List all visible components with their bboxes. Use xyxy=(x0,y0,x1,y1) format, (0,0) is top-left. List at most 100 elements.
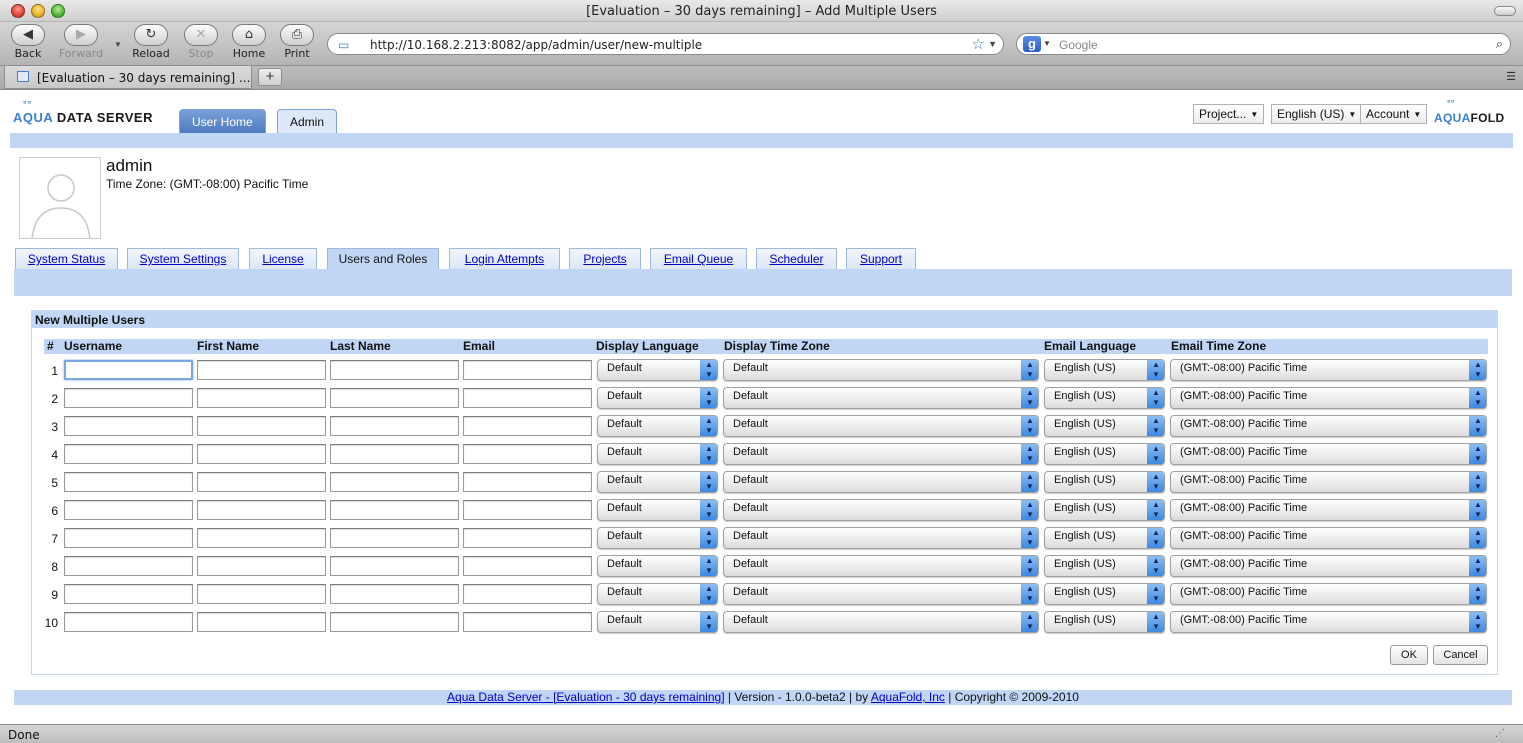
username-field[interactable] xyxy=(64,388,193,408)
aquafold-logo[interactable]: °° AQUAFOLD xyxy=(1434,98,1504,125)
email-field[interactable] xyxy=(463,360,592,380)
forward-button[interactable]: ▶ Forward xyxy=(57,24,105,60)
email-field[interactable] xyxy=(463,472,592,492)
tab-login-attempts[interactable]: Login Attempts xyxy=(449,248,560,269)
tab-email-queue[interactable]: Email Queue xyxy=(650,248,747,269)
last-name-field[interactable] xyxy=(330,500,459,520)
last-name-field[interactable] xyxy=(330,444,459,464)
email-language-select[interactable]: English (US) ▲ ▼ xyxy=(1044,359,1165,381)
last-name-field[interactable] xyxy=(330,584,459,604)
email-language-select[interactable]: English (US) ▲ ▼ xyxy=(1044,527,1165,549)
star-icon[interactable]: ☆ xyxy=(972,35,985,53)
display-language-select[interactable]: Default ▲ ▼ xyxy=(597,415,718,437)
email-field[interactable] xyxy=(463,528,592,548)
home-button[interactable]: ⌂ Home xyxy=(225,24,273,60)
display-language-select[interactable]: Default ▲ ▼ xyxy=(597,555,718,577)
email-language-select[interactable]: English (US) ▲ ▼ xyxy=(1044,387,1165,409)
email-field[interactable] xyxy=(463,416,592,436)
search-engine-dropdown-icon[interactable]: ▼ xyxy=(1043,39,1051,48)
email-time-zone-select[interactable]: (GMT:-08:00) Pacific Time ▲ ▼ xyxy=(1170,359,1487,381)
email-time-zone-select[interactable]: (GMT:-08:00) Pacific Time ▲ ▼ xyxy=(1170,471,1487,493)
display-time-zone-select[interactable]: Default ▲ ▼ xyxy=(723,583,1039,605)
tab-list-icon[interactable]: ☰ xyxy=(1506,70,1516,83)
first-name-field[interactable] xyxy=(197,556,326,576)
username-field[interactable] xyxy=(64,528,193,548)
product-link[interactable]: Aqua Data Server - [Evaluation - 30 days… xyxy=(447,690,724,704)
first-name-field[interactable] xyxy=(197,416,326,436)
display-language-select[interactable]: Default ▲ ▼ xyxy=(597,583,718,605)
email-time-zone-select[interactable]: (GMT:-08:00) Pacific Time ▲ ▼ xyxy=(1170,555,1487,577)
email-field[interactable] xyxy=(463,556,592,576)
username-field[interactable] xyxy=(64,556,193,576)
email-field[interactable] xyxy=(463,584,592,604)
username-field[interactable] xyxy=(64,360,193,380)
first-name-field[interactable] xyxy=(197,360,326,380)
username-field[interactable] xyxy=(64,500,193,520)
email-time-zone-select[interactable]: (GMT:-08:00) Pacific Time ▲ ▼ xyxy=(1170,443,1487,465)
first-name-field[interactable] xyxy=(197,444,326,464)
username-field[interactable] xyxy=(64,416,193,436)
username-field[interactable] xyxy=(64,584,193,604)
toolbar-toggle-button[interactable] xyxy=(1494,6,1516,16)
email-time-zone-select[interactable]: (GMT:-08:00) Pacific Time ▲ ▼ xyxy=(1170,415,1487,437)
username-field[interactable] xyxy=(64,472,193,492)
display-time-zone-select[interactable]: Default ▲ ▼ xyxy=(723,471,1039,493)
username-field[interactable] xyxy=(64,444,193,464)
history-dropdown-icon[interactable]: ▼ xyxy=(114,40,122,49)
display-time-zone-select[interactable]: Default ▲ ▼ xyxy=(723,415,1039,437)
last-name-field[interactable] xyxy=(330,528,459,548)
last-name-field[interactable] xyxy=(330,360,459,380)
display-language-select[interactable]: Default ▲ ▼ xyxy=(597,611,718,633)
resize-grip-icon[interactable]: ⋰ xyxy=(1495,728,1505,739)
email-time-zone-select[interactable]: (GMT:-08:00) Pacific Time ▲ ▼ xyxy=(1170,611,1487,633)
display-time-zone-select[interactable]: Default ▲ ▼ xyxy=(723,555,1039,577)
email-language-select[interactable]: English (US) ▲ ▼ xyxy=(1044,555,1165,577)
display-language-select[interactable]: Default ▲ ▼ xyxy=(597,443,718,465)
address-url[interactable]: http://10.168.2.213:8082/app/admin/user/… xyxy=(370,38,702,52)
tab-system-status[interactable]: System Status xyxy=(15,248,118,269)
address-bar[interactable]: ▭ http://10.168.2.213:8082/app/admin/use… xyxy=(327,33,1004,55)
email-language-select[interactable]: English (US) ▲ ▼ xyxy=(1044,443,1165,465)
url-history-dropdown-icon[interactable]: ▼ xyxy=(988,39,997,49)
email-language-select[interactable]: English (US) ▲ ▼ xyxy=(1044,611,1165,633)
first-name-field[interactable] xyxy=(197,388,326,408)
display-language-select[interactable]: Default ▲ ▼ xyxy=(597,359,718,381)
project-menu[interactable]: Project... ▼ xyxy=(1193,104,1265,124)
display-time-zone-select[interactable]: Default ▲ ▼ xyxy=(723,443,1039,465)
ok-button[interactable]: OK xyxy=(1390,645,1428,665)
username-field[interactable] xyxy=(64,612,193,632)
tab-user-home[interactable]: User Home xyxy=(179,109,266,133)
last-name-field[interactable] xyxy=(330,388,459,408)
display-time-zone-select[interactable]: Default ▲ ▼ xyxy=(723,527,1039,549)
tab-license[interactable]: License xyxy=(249,248,317,269)
email-language-select[interactable]: English (US) ▲ ▼ xyxy=(1044,415,1165,437)
last-name-field[interactable] xyxy=(330,472,459,492)
first-name-field[interactable] xyxy=(197,612,326,632)
tab-admin[interactable]: Admin xyxy=(277,109,338,133)
email-field[interactable] xyxy=(463,388,592,408)
new-tab-button[interactable]: + xyxy=(258,68,282,86)
email-time-zone-select[interactable]: (GMT:-08:00) Pacific Time ▲ ▼ xyxy=(1170,583,1487,605)
email-language-select[interactable]: English (US) ▲ ▼ xyxy=(1044,499,1165,521)
first-name-field[interactable] xyxy=(197,472,326,492)
display-time-zone-select[interactable]: Default ▲ ▼ xyxy=(723,387,1039,409)
magnifier-icon[interactable]: ⌕ xyxy=(1496,36,1503,52)
display-time-zone-select[interactable]: Default ▲ ▼ xyxy=(723,499,1039,521)
email-field[interactable] xyxy=(463,444,592,464)
tab-users-and-roles[interactable]: Users and Roles xyxy=(327,248,439,270)
tab-system-settings[interactable]: System Settings xyxy=(127,248,239,269)
first-name-field[interactable] xyxy=(197,500,326,520)
display-language-select[interactable]: Default ▲ ▼ xyxy=(597,499,718,521)
reload-button[interactable]: ↻ Reload xyxy=(127,24,175,60)
account-menu[interactable]: Account ▼ xyxy=(1360,104,1428,124)
display-time-zone-select[interactable]: Default ▲ ▼ xyxy=(723,611,1039,633)
back-button[interactable]: ◀ Back xyxy=(4,24,52,60)
tab-support[interactable]: Support xyxy=(846,248,916,269)
display-language-select[interactable]: Default ▲ ▼ xyxy=(597,471,718,493)
email-field[interactable] xyxy=(463,612,592,632)
google-engine-icon[interactable]: g xyxy=(1023,36,1041,52)
display-language-select[interactable]: Default ▲ ▼ xyxy=(597,527,718,549)
email-time-zone-select[interactable]: (GMT:-08:00) Pacific Time ▲ ▼ xyxy=(1170,387,1487,409)
email-time-zone-select[interactable]: (GMT:-08:00) Pacific Time ▲ ▼ xyxy=(1170,527,1487,549)
email-time-zone-select[interactable]: (GMT:-08:00) Pacific Time ▲ ▼ xyxy=(1170,499,1487,521)
